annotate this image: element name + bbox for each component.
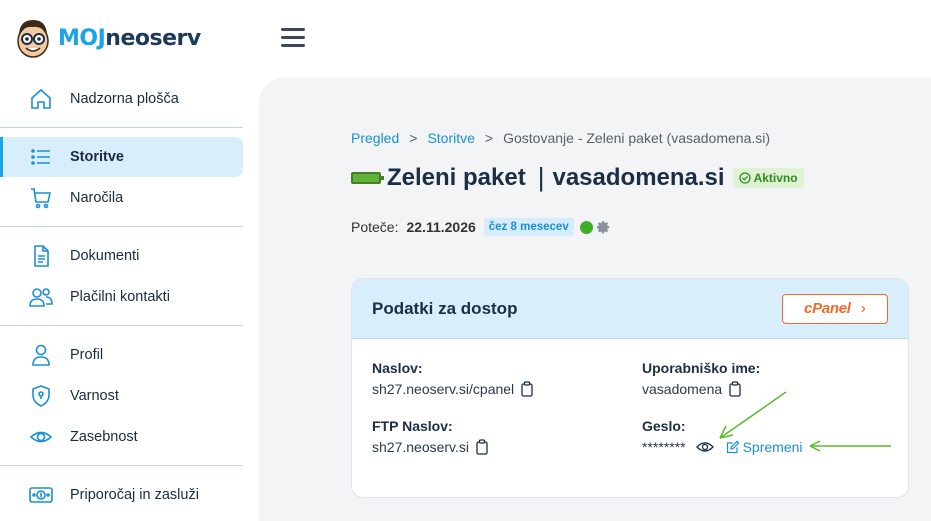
status-badge: Aktivno (732, 167, 804, 188)
brand-suffix: neoserv (105, 25, 201, 51)
expiry-label: Poteče: (351, 219, 399, 235)
username-value: vasadomena (642, 381, 723, 397)
sidebar-divider (0, 226, 243, 227)
sidebar-item-label: Dokumenti (70, 248, 140, 264)
title-separator: | (537, 162, 545, 192)
chevron-right-icon: › (860, 299, 866, 317)
sidebar-item-label: Zasebnost (70, 429, 138, 445)
menu-toggle-icon[interactable] (281, 28, 305, 48)
password-value: ******** (642, 439, 686, 455)
cart-icon (28, 185, 54, 211)
expiry-relative-badge: čez 8 mesecev (483, 218, 574, 236)
annotation-arrow-diagonal (719, 391, 787, 439)
ftp-address-label: FTP Naslov: (372, 418, 453, 434)
logo[interactable]: MOJneoserv (14, 16, 201, 60)
domain-name: vasadomena.si (552, 163, 725, 191)
show-password-eye-icon[interactable] (695, 440, 714, 454)
battery-icon (351, 171, 384, 184)
sidebar-item-label: Nadzorna plošča (70, 91, 179, 107)
sidebar-item-security[interactable]: Varnost (0, 376, 243, 416)
expiry-date: 22.11.2026 (406, 219, 476, 235)
package-name: Zeleni paket (387, 163, 526, 191)
address-value-row: sh27.neoserv.si/cpanel (372, 381, 534, 397)
username-label: Uporabniško ime: (642, 360, 761, 376)
sidebar-item-dashboard[interactable]: Nadzorna plošča (0, 79, 243, 119)
users-icon (28, 284, 54, 310)
breadcrumb-overview[interactable]: Pregled (351, 130, 399, 146)
cpanel-logo-text: cPanel (804, 300, 851, 317)
breadcrumb-current: Gostovanje - Zeleni paket (vasadomena.si… (503, 130, 771, 146)
status-dot-icon (579, 220, 593, 234)
sidebar-item-services[interactable]: Storitve (0, 137, 243, 177)
main-content: Pregled > Storitve > Gostovanje - Zeleni… (259, 78, 931, 521)
mascot-logo-icon (17, 20, 49, 58)
sidebar-item-documents[interactable]: Dokumenti (0, 236, 243, 276)
password-label: Geslo: (642, 418, 686, 434)
status-text: Aktivno (753, 170, 798, 185)
sidebar-item-orders[interactable]: Naročila (0, 178, 243, 218)
home-icon (28, 86, 54, 112)
sidebar-item-label: Naročila (70, 190, 124, 206)
annotation-arrow-horizontal (809, 440, 891, 452)
sidebar-divider (0, 127, 243, 128)
sidebar-item-privacy[interactable]: Zasebnost (0, 417, 243, 457)
sidebar-item-label: Priporočaj in zasluži (70, 487, 199, 503)
expiry-row: Poteče: 22.11.2026 čez 8 mesecev (351, 218, 611, 236)
check-circle-icon (738, 171, 751, 184)
copy-icon[interactable] (520, 381, 534, 397)
copy-icon[interactable] (475, 439, 489, 455)
brand-name: MOJneoserv (58, 26, 201, 51)
breadcrumb-separator: > (484, 130, 494, 146)
ftp-address-value: sh27.neoserv.si (372, 439, 470, 455)
sidebar-item-referral[interactable]: Priporočaj in zasluži (0, 475, 243, 515)
sidebar-divider (0, 465, 243, 466)
sidebar-item-label: Profil (70, 347, 104, 363)
sidebar-item-label: Varnost (70, 388, 119, 404)
ftp-value-row: sh27.neoserv.si (372, 439, 489, 455)
sidebar-item-label: Plačilni kontakti (70, 289, 170, 305)
user-icon (28, 342, 54, 368)
sidebar-item-label: Storitve (70, 149, 124, 165)
breadcrumb-separator: > (409, 130, 418, 146)
list-icon (28, 144, 54, 170)
breadcrumb: Pregled > Storitve > Gostovanje - Zeleni… (351, 130, 770, 146)
shield-icon (28, 383, 54, 409)
brand-prefix: MOJ (58, 25, 106, 51)
sidebar: MOJneoserv Nadzorna plošča Storitve Naro… (0, 0, 259, 521)
money-icon (28, 482, 54, 508)
sidebar-item-payment-contacts[interactable]: Plačilni kontakti (0, 277, 243, 317)
address-value: sh27.neoserv.si/cpanel (372, 381, 515, 397)
access-data-card: Podatki za dostop cPanel › Naslov: sh27.… (351, 278, 909, 498)
sidebar-divider (0, 325, 243, 326)
document-icon (28, 243, 54, 269)
card-title: Podatki za dostop (372, 298, 518, 318)
eye-icon (28, 424, 54, 450)
card-header: Podatki za dostop cPanel › (352, 279, 908, 339)
address-label: Naslov: (372, 360, 423, 376)
gear-icon[interactable] (596, 220, 611, 235)
breadcrumb-services[interactable]: Storitve (427, 130, 474, 146)
sidebar-item-profile[interactable]: Profil (0, 335, 243, 375)
cpanel-button[interactable]: cPanel › (782, 293, 888, 324)
page-title: Zeleni paket | vasadomena.si Aktivno (351, 162, 804, 193)
